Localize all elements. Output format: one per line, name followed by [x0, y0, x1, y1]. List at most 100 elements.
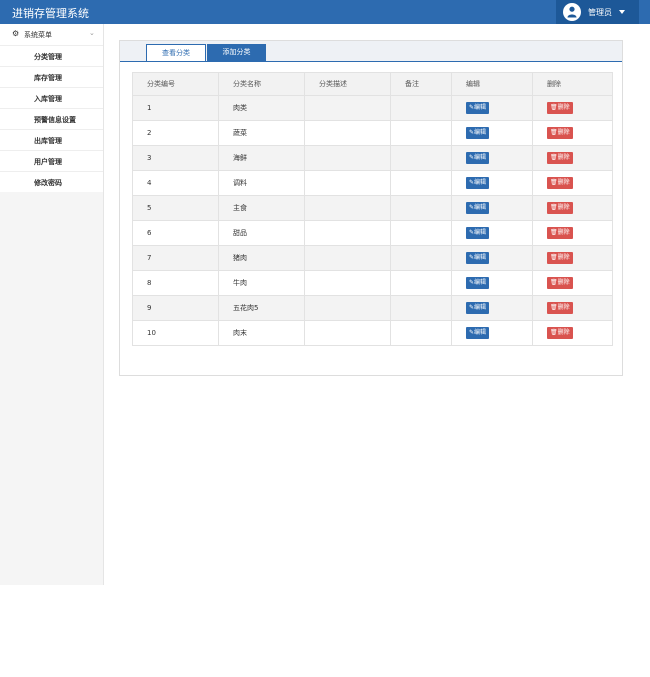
sidebar-item-label: 修改密码: [34, 179, 62, 187]
sidebar-item-stock-in[interactable]: 入库管理: [0, 87, 103, 108]
gear-icon: ⚙: [12, 29, 20, 38]
delete-button[interactable]: 🗑删除: [547, 277, 573, 289]
trash-icon: 🗑: [550, 104, 558, 111]
table-row: 5 主食 ✎编辑 🗑删除: [132, 195, 613, 221]
table-row: 1 肉类 ✎编辑 🗑删除: [132, 95, 613, 121]
cell-note: [390, 170, 452, 196]
edit-button[interactable]: ✎编辑: [466, 202, 490, 214]
edit-button[interactable]: ✎编辑: [466, 152, 490, 164]
edit-button[interactable]: ✎编辑: [466, 177, 490, 189]
table-row: 9 五花肉5 ✎编辑 🗑删除: [132, 295, 613, 321]
caret-down-icon: [619, 10, 625, 14]
top-header: 进销存管理系统 管理员: [0, 0, 650, 24]
cell-delete: 🗑删除: [532, 320, 613, 346]
delete-label: 删除: [557, 179, 570, 186]
cell-name: 调料: [218, 170, 305, 196]
edit-label: 编辑: [474, 304, 487, 311]
edit-label: 编辑: [474, 179, 487, 186]
trash-icon: 🗑: [550, 329, 558, 336]
table-header-row: 分类编号 分类名称 分类描述 备注 编辑 删除: [132, 72, 613, 96]
trash-icon: 🗑: [550, 229, 558, 236]
trash-icon: 🗑: [550, 279, 558, 286]
cell-note: [390, 320, 452, 346]
tab-view-categories[interactable]: 查看分类: [146, 44, 206, 62]
sidebar-item-alert-settings[interactable]: 预警信息设置: [0, 108, 103, 129]
table-row: 7 猪肉 ✎编辑 🗑删除: [132, 245, 613, 271]
avatar: [563, 3, 581, 21]
delete-button[interactable]: 🗑删除: [547, 102, 573, 114]
edit-label: 编辑: [474, 254, 487, 261]
cell-desc: [304, 120, 391, 146]
column-header: 分类编号: [132, 72, 219, 96]
delete-button[interactable]: 🗑删除: [547, 327, 573, 339]
delete-button[interactable]: 🗑删除: [547, 202, 573, 214]
tab-add-category[interactable]: 添加分类: [207, 44, 266, 62]
sidebar-item-users[interactable]: 用户管理: [0, 150, 103, 171]
sidebar-item-inventory[interactable]: 库存管理: [0, 66, 103, 87]
cell-note: [390, 245, 452, 271]
delete-button[interactable]: 🗑删除: [547, 252, 573, 264]
cell-edit: ✎编辑: [451, 170, 533, 196]
edit-button[interactable]: ✎编辑: [466, 277, 490, 289]
sidebar-item-label: 出库管理: [34, 137, 62, 145]
column-header: 分类描述: [304, 72, 391, 96]
cell-desc: [304, 270, 391, 296]
cell-delete: 🗑删除: [532, 220, 613, 246]
cell-note: [390, 220, 452, 246]
tab-bar: 查看分类 添加分类: [120, 41, 622, 62]
category-panel: 查看分类 添加分类 分类编号 分类名称 分类描述 备注 编辑 删除 1 肉类 ✎编辑…: [119, 40, 623, 376]
category-table: 分类编号 分类名称 分类描述 备注 编辑 删除 1 肉类 ✎编辑 🗑删除 2 蔬菜 ✎编辑 🗑…: [132, 72, 613, 346]
delete-label: 删除: [557, 154, 570, 161]
delete-button[interactable]: 🗑删除: [547, 227, 573, 239]
delete-button[interactable]: 🗑删除: [547, 127, 573, 139]
edit-label: 编辑: [474, 154, 487, 161]
sidebar: ⚙ 系统菜单 ⌄ 分类管理 库存管理 入库管理 预警信息设置 出库管理 用户管理…: [0, 24, 104, 585]
cell-edit: ✎编辑: [451, 95, 533, 121]
cell-delete: 🗑删除: [532, 245, 613, 271]
edit-button[interactable]: ✎编辑: [466, 227, 490, 239]
edit-label: 编辑: [474, 329, 487, 336]
sidebar-item-stock-out[interactable]: 出库管理: [0, 129, 103, 150]
cell-id: 4: [132, 170, 219, 196]
sidebar-item-change-password[interactable]: 修改密码: [0, 171, 103, 192]
cell-id: 1: [132, 95, 219, 121]
table-row: 6 甜品 ✎编辑 🗑删除: [132, 220, 613, 246]
app-title: 进销存管理系统: [12, 7, 89, 20]
edit-button[interactable]: ✎编辑: [466, 302, 490, 314]
menu-header-label: 系统菜单: [24, 31, 52, 39]
cell-delete: 🗑删除: [532, 270, 613, 296]
cell-desc: [304, 320, 391, 346]
sidebar-menu-header[interactable]: ⚙ 系统菜单 ⌄: [0, 24, 103, 45]
cell-note: [390, 120, 452, 146]
delete-button[interactable]: 🗑删除: [547, 152, 573, 164]
tab-divider: [120, 61, 622, 62]
edit-button[interactable]: ✎编辑: [466, 102, 490, 114]
trash-icon: 🗑: [550, 129, 558, 136]
sidebar-item-label: 分类管理: [34, 53, 62, 61]
cell-edit: ✎编辑: [451, 145, 533, 171]
delete-label: 删除: [557, 279, 570, 286]
cell-name: 海鲜: [218, 145, 305, 171]
user-name: 管理员: [588, 8, 612, 17]
table-row: 2 蔬菜 ✎编辑 🗑删除: [132, 120, 613, 146]
column-header: 删除: [532, 72, 613, 96]
edit-button[interactable]: ✎编辑: [466, 252, 490, 264]
delete-button[interactable]: 🗑删除: [547, 177, 573, 189]
delete-button[interactable]: 🗑删除: [547, 302, 573, 314]
sidebar-item-category[interactable]: 分类管理: [0, 45, 103, 66]
cell-name: 肉类: [218, 95, 305, 121]
cell-edit: ✎编辑: [451, 195, 533, 221]
edit-label: 编辑: [474, 129, 487, 136]
edit-button[interactable]: ✎编辑: [466, 327, 490, 339]
edit-button[interactable]: ✎编辑: [466, 127, 490, 139]
cell-name: 猪肉: [218, 245, 305, 271]
user-menu[interactable]: 管理员: [556, 0, 639, 24]
sidebar-item-label: 预警信息设置: [34, 116, 76, 124]
cell-id: 10: [132, 320, 219, 346]
column-header: 编辑: [451, 72, 533, 96]
delete-label: 删除: [557, 129, 570, 136]
column-header: 分类名称: [218, 72, 305, 96]
delete-label: 删除: [557, 229, 570, 236]
table-row: 8 牛肉 ✎编辑 🗑删除: [132, 270, 613, 296]
cell-desc: [304, 295, 391, 321]
